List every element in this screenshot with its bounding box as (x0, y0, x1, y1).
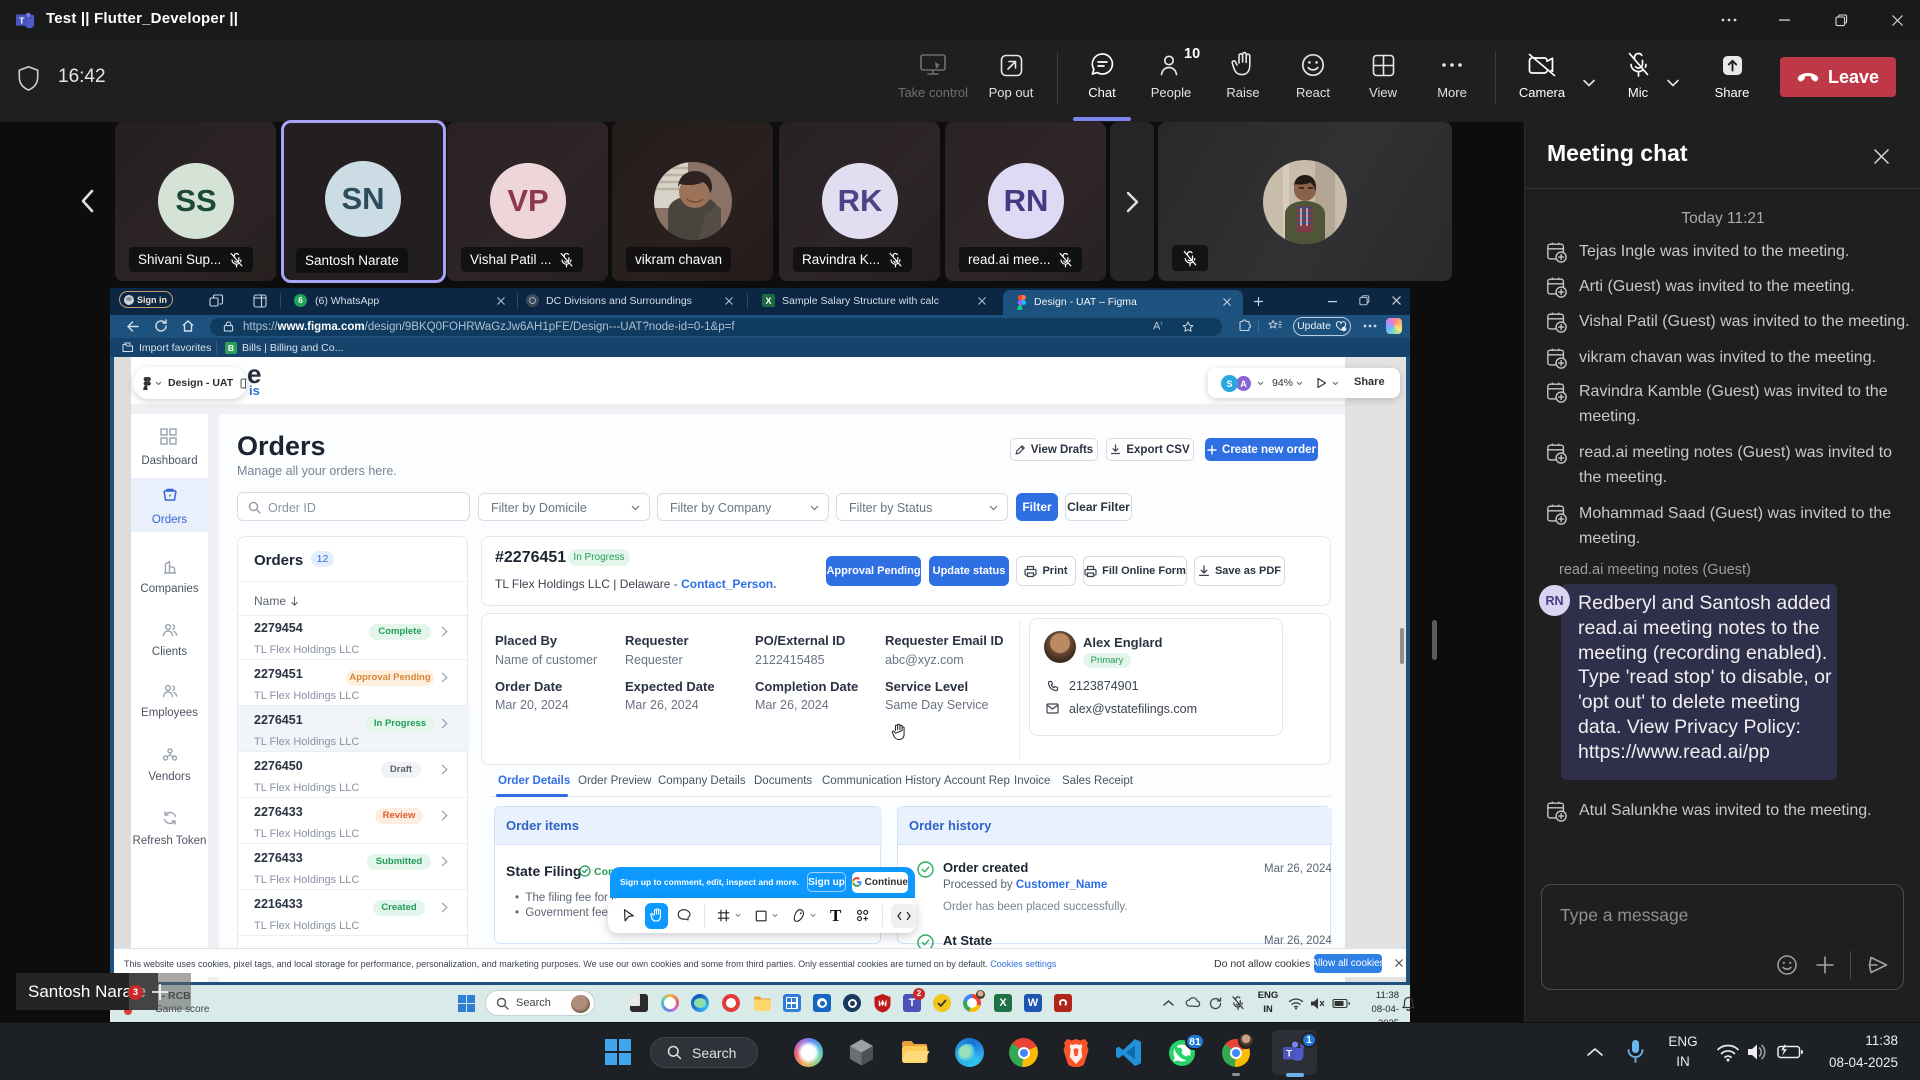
svg-text:T: T (19, 15, 25, 25)
svg-text:T: T (1286, 1049, 1292, 1060)
